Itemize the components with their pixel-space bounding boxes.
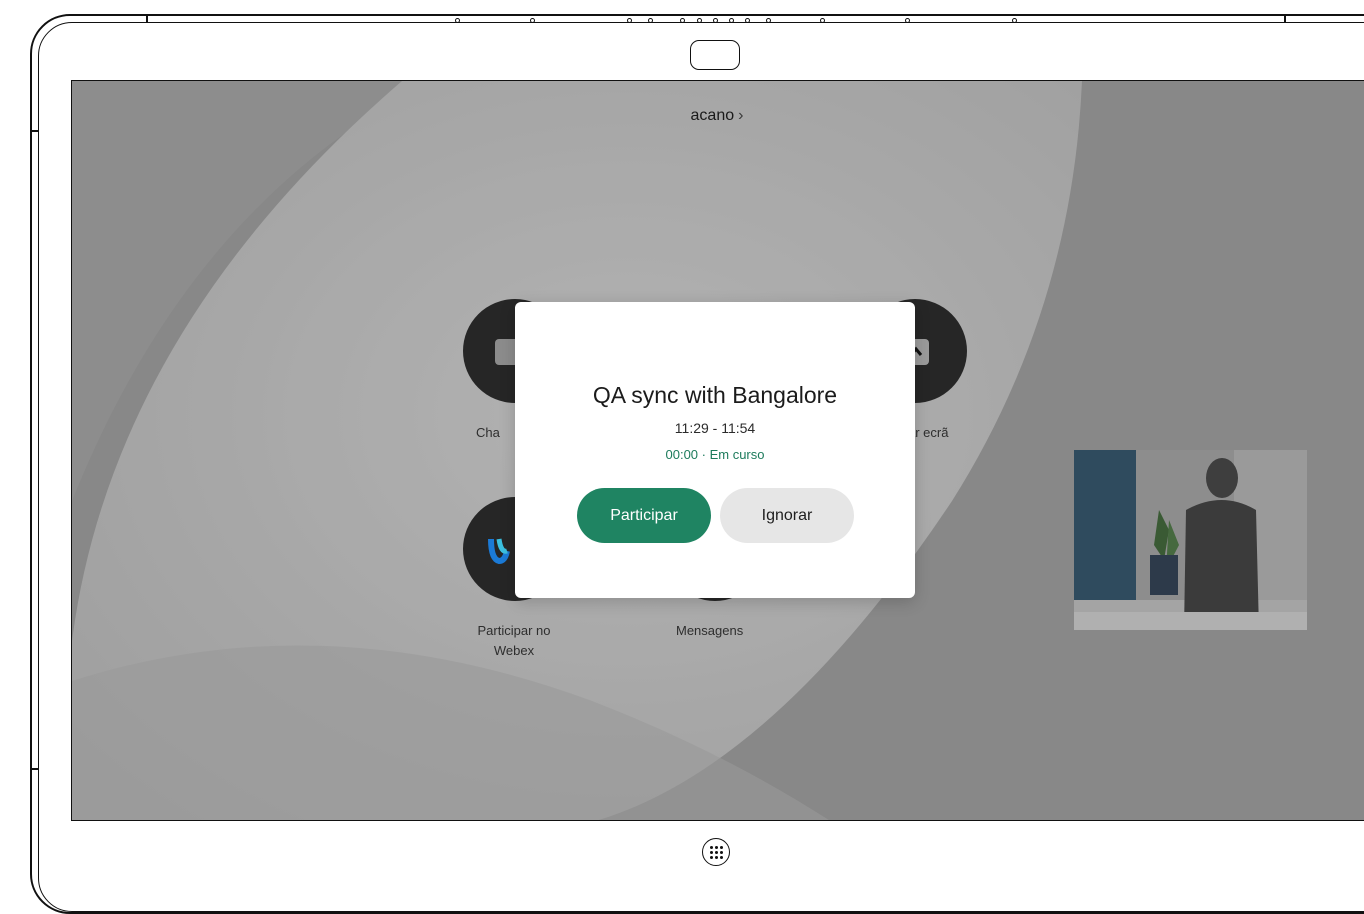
mic-hole [766, 18, 771, 23]
mic-hole [697, 18, 702, 23]
self-view-image [1074, 450, 1307, 630]
chevron-right-icon: › [738, 107, 744, 124]
room-name[interactable]: acano › [72, 107, 1362, 125]
bezel-tick-left-bottom [30, 768, 38, 770]
meeting-title: QA sync with Bangalore [592, 382, 838, 408]
mic-hole [680, 18, 685, 23]
mic-hole [820, 18, 825, 23]
meeting-status: 00:00 · Em curso [665, 447, 765, 462]
mic-hole [1012, 18, 1017, 23]
device-screen: acano › Cha ar ecrã Participar no Webex M… [71, 80, 1364, 821]
webex-app-label: Participar no Webex [460, 621, 568, 661]
mic-hole [713, 18, 718, 23]
join-button[interactable]: Participar [577, 488, 711, 543]
mic-hole [905, 18, 910, 23]
call-app-label: Cha [476, 425, 500, 440]
bezel-tick-top-left [146, 14, 148, 22]
home-button[interactable] [702, 838, 730, 866]
mic-hole [648, 18, 653, 23]
self-view-video[interactable] [1074, 450, 1307, 630]
mic-hole [455, 18, 460, 23]
bezel-tick-top-right [1284, 14, 1286, 22]
webex-app-label-line1: Participar no [477, 623, 551, 638]
webex-app-label-line2: Webex [493, 643, 535, 658]
mic-hole [745, 18, 750, 23]
bezel-tick-left-top [30, 130, 38, 132]
room-name-label: acano [690, 107, 735, 124]
camera-icon [690, 40, 740, 70]
grid-dots-icon [709, 845, 723, 859]
messages-app-label: Mensagens [676, 623, 744, 638]
webex-logo-icon [488, 538, 510, 565]
meeting-invite-dialog: QA sync with Bangalore 11:29 - 11:54 00:… [515, 302, 915, 598]
meeting-time: 11:29 - 11:54 [674, 420, 756, 436]
mic-hole [729, 18, 734, 23]
ignore-button[interactable]: Ignorar [720, 488, 854, 543]
mic-hole [530, 18, 535, 23]
mic-hole [627, 18, 632, 23]
